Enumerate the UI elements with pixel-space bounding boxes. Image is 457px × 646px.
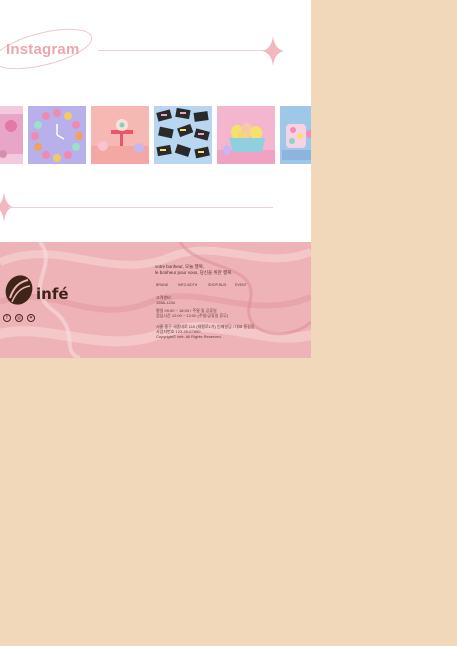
instagram-photo-5[interactable] bbox=[217, 106, 275, 164]
instagram-photo-2[interactable] bbox=[28, 106, 86, 164]
instagram-gallery bbox=[0, 106, 311, 164]
donut-clock-photo bbox=[28, 106, 86, 164]
footer-contact-phone: 1588-1234 bbox=[156, 300, 176, 305]
divider-line bbox=[98, 50, 268, 51]
instagram-photo-6[interactable] bbox=[280, 106, 311, 164]
chocolate-bars-photo bbox=[154, 106, 212, 164]
footer-nav-shop[interactable]: SHOP-BUS bbox=[208, 283, 226, 287]
page: Instagram infé f ◎ ✦ votre bonheur, 오늘 행… bbox=[0, 0, 311, 358]
footer-nav-brand[interactable]: BRAND bbox=[156, 283, 168, 287]
section-title: Instagram bbox=[6, 41, 80, 58]
footer-tagline-2: le bonheur pour vous, 당신을 위한 행복. bbox=[155, 270, 233, 275]
logo-text: infé bbox=[36, 285, 69, 303]
logo-mark-icon bbox=[5, 275, 33, 305]
instagram-header: Instagram bbox=[0, 0, 311, 100]
footer-copyright: Copyright© infé. All Rights Reserved. bbox=[156, 334, 222, 339]
footer-nav-event[interactable]: EVENT bbox=[235, 283, 247, 287]
footer-nav-info[interactable]: INFO-BOTH bbox=[178, 283, 197, 287]
candy-jars-photo bbox=[280, 106, 311, 164]
divider-line-bottom bbox=[8, 207, 273, 208]
instagram-photo-1[interactable] bbox=[0, 106, 23, 164]
instagram-icon[interactable]: ◎ bbox=[15, 314, 23, 322]
sparkle-icon bbox=[262, 36, 284, 66]
footer: infé f ◎ ✦ votre bonheur, 오늘 행복, le bonh… bbox=[0, 242, 311, 358]
egg-basket-photo bbox=[217, 106, 275, 164]
instagram-photo-4[interactable] bbox=[154, 106, 212, 164]
twitter-icon[interactable]: ✦ bbox=[27, 314, 35, 322]
pink-sweets-photo bbox=[0, 106, 23, 164]
footer-hours-2: 점심시간 12:00 ~ 13:00 (주말/공휴일 휴무) bbox=[156, 313, 229, 318]
instagram-photo-3[interactable] bbox=[91, 106, 149, 164]
macaron-stand-photo bbox=[91, 106, 149, 164]
facebook-icon[interactable]: f bbox=[3, 314, 11, 322]
